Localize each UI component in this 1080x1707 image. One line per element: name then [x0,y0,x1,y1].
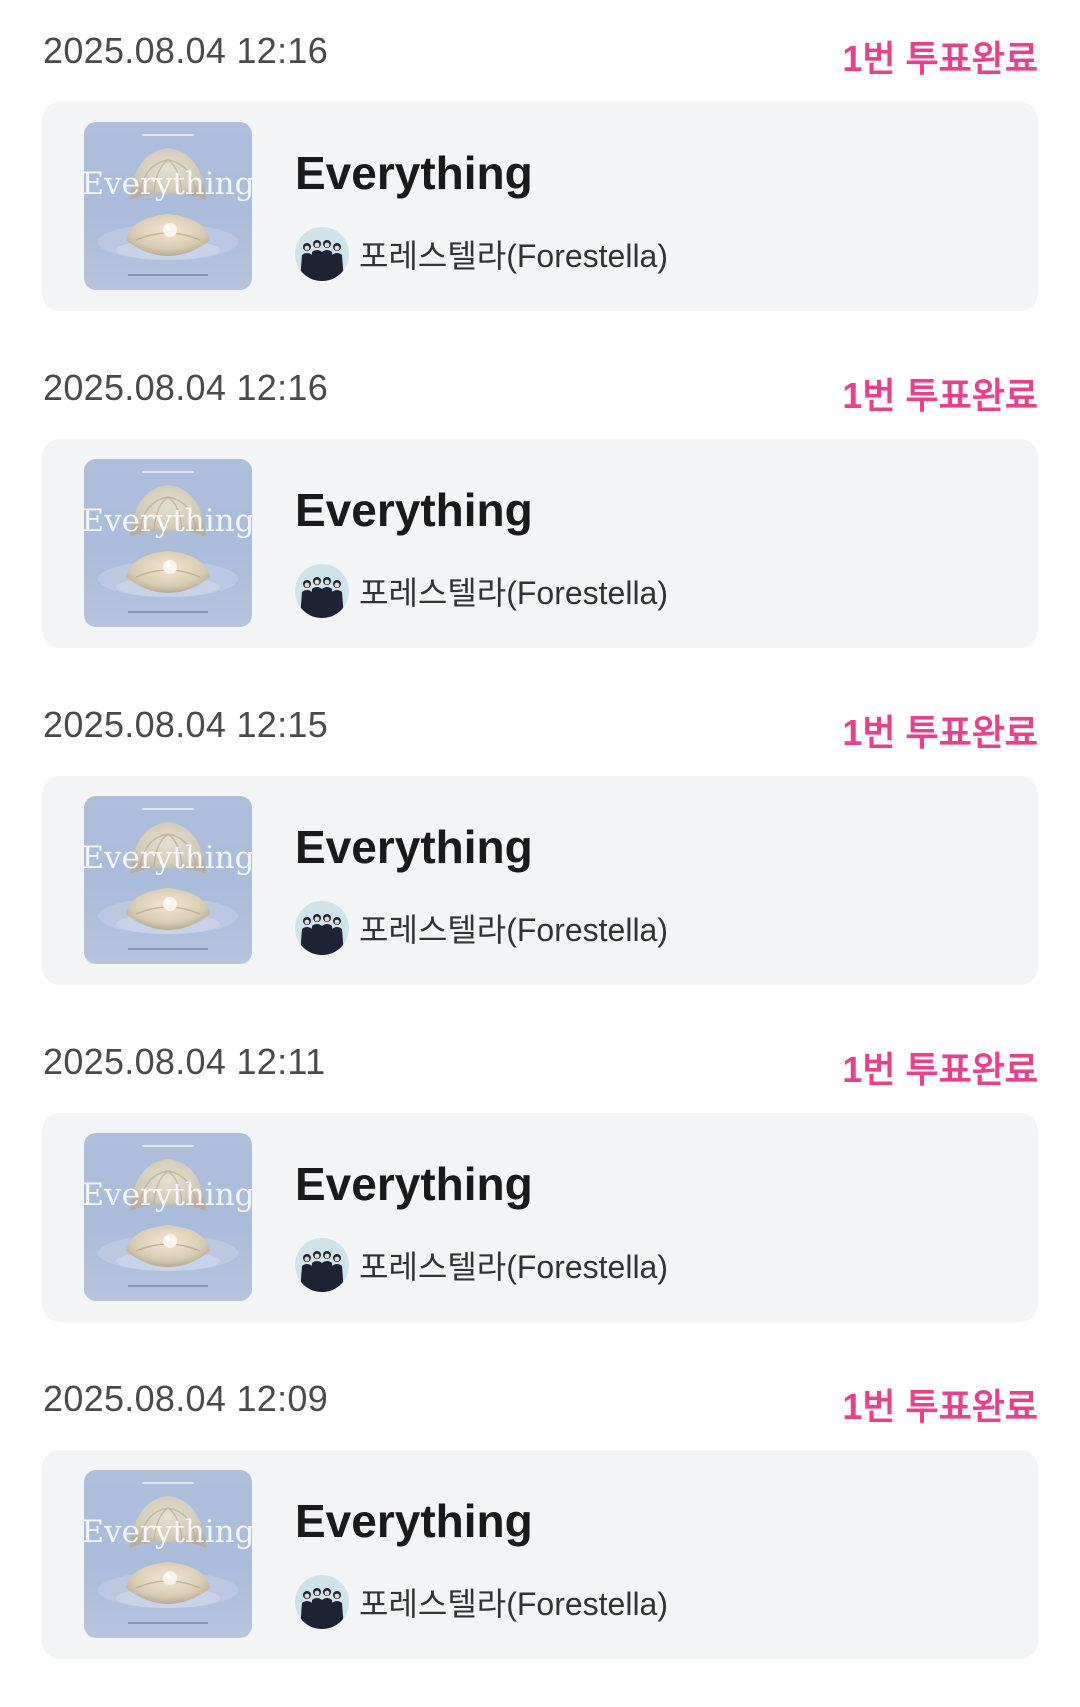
song-title: Everything [295,1495,533,1547]
entry-header: 2025.08.04 12:16 1번 투표완료 [0,22,1080,102]
song-card[interactable]: Everything Everything 포레스텔라(Forestella) [42,439,1038,648]
svg-text:Everything: Everything [84,166,252,202]
vote-entry: 2025.08.04 12:15 1번 투표완료 Everything Ever… [0,696,1080,1033]
song-title: Everything [295,147,533,199]
entry-header: 2025.08.04 12:11 1번 투표완료 [0,1033,1080,1113]
vote-entry: 2025.08.04 12:16 1번 투표완료 Everything Ever… [0,22,1080,359]
artist-avatar [295,227,349,281]
song-title: Everything [295,821,533,873]
vote-status-badge: 1번 투표완료 [842,712,1038,753]
vote-timestamp: 2025.08.04 12:15 [43,704,329,745]
song-card[interactable]: Everything Everything 포레스텔라(Forestella) [42,1450,1038,1659]
song-title: Everything [295,1158,533,1210]
song-title: Everything [295,484,533,536]
song-card[interactable]: Everything Everything 포레스텔라(Forestella) [42,1113,1038,1322]
vote-entry: 2025.08.04 12:16 1번 투표완료 Everything Ever… [0,359,1080,696]
artist-name: 포레스텔라(Forestella) [359,1249,669,1285]
vote-status-badge: 1번 투표완료 [842,375,1038,416]
album-art-image: Everything [84,796,252,964]
artist-name: 포레스텔라(Forestella) [359,1586,669,1622]
artist-name: 포레스텔라(Forestella) [359,238,669,274]
artist-avatar [295,1238,349,1292]
song-card[interactable]: Everything Everything 포레스텔라(Forestella) [42,102,1038,311]
album-art-image: Everything [84,459,252,627]
artist-row: 포레스텔라(Forestella) [295,563,668,619]
artist-row: 포레스텔라(Forestella) [295,1574,668,1630]
album-art-image: Everything [84,1133,252,1301]
vote-timestamp: 2025.08.04 12:09 [43,1378,329,1419]
album-art-image: Everything [84,122,252,290]
vote-timestamp: 2025.08.04 12:11 [43,1041,326,1082]
album-art-image: Everything [84,1470,252,1638]
artist-avatar [295,564,349,618]
vote-status-badge: 1번 투표완료 [842,1049,1038,1090]
vote-timestamp: 2025.08.04 12:16 [43,30,329,71]
vote-timestamp: 2025.08.04 12:16 [43,367,329,408]
artist-avatar [295,901,349,955]
entry-header: 2025.08.04 12:16 1번 투표완료 [0,359,1080,439]
artist-row: 포레스텔라(Forestella) [295,900,668,956]
vote-history-list: 2025.08.04 12:16 1번 투표완료 Everything Ever… [0,0,1080,1707]
artist-avatar [295,1575,349,1629]
entry-header: 2025.08.04 12:15 1번 투표완료 [0,696,1080,776]
artist-row: 포레스텔라(Forestella) [295,1237,668,1293]
song-card[interactable]: Everything Everything 포레스텔라(Forestella) [42,776,1038,985]
vote-status-badge: 1번 투표완료 [842,38,1038,79]
vote-entry: 2025.08.04 12:11 1번 투표완료 Everything Ever… [0,1033,1080,1370]
artist-name: 포레스텔라(Forestella) [359,575,669,611]
artist-row: 포레스텔라(Forestella) [295,226,668,282]
svg-text:Everything: Everything [84,1514,252,1550]
svg-text:Everything: Everything [84,1177,252,1213]
artist-name: 포레스텔라(Forestella) [359,912,669,948]
vote-status-badge: 1번 투표완료 [842,1386,1038,1427]
vote-entry: 2025.08.04 12:09 1번 투표완료 Everything Ever… [0,1370,1080,1707]
svg-text:Everything: Everything [84,840,252,876]
entry-header: 2025.08.04 12:09 1번 투표완료 [0,1370,1080,1450]
svg-text:Everything: Everything [84,503,252,539]
